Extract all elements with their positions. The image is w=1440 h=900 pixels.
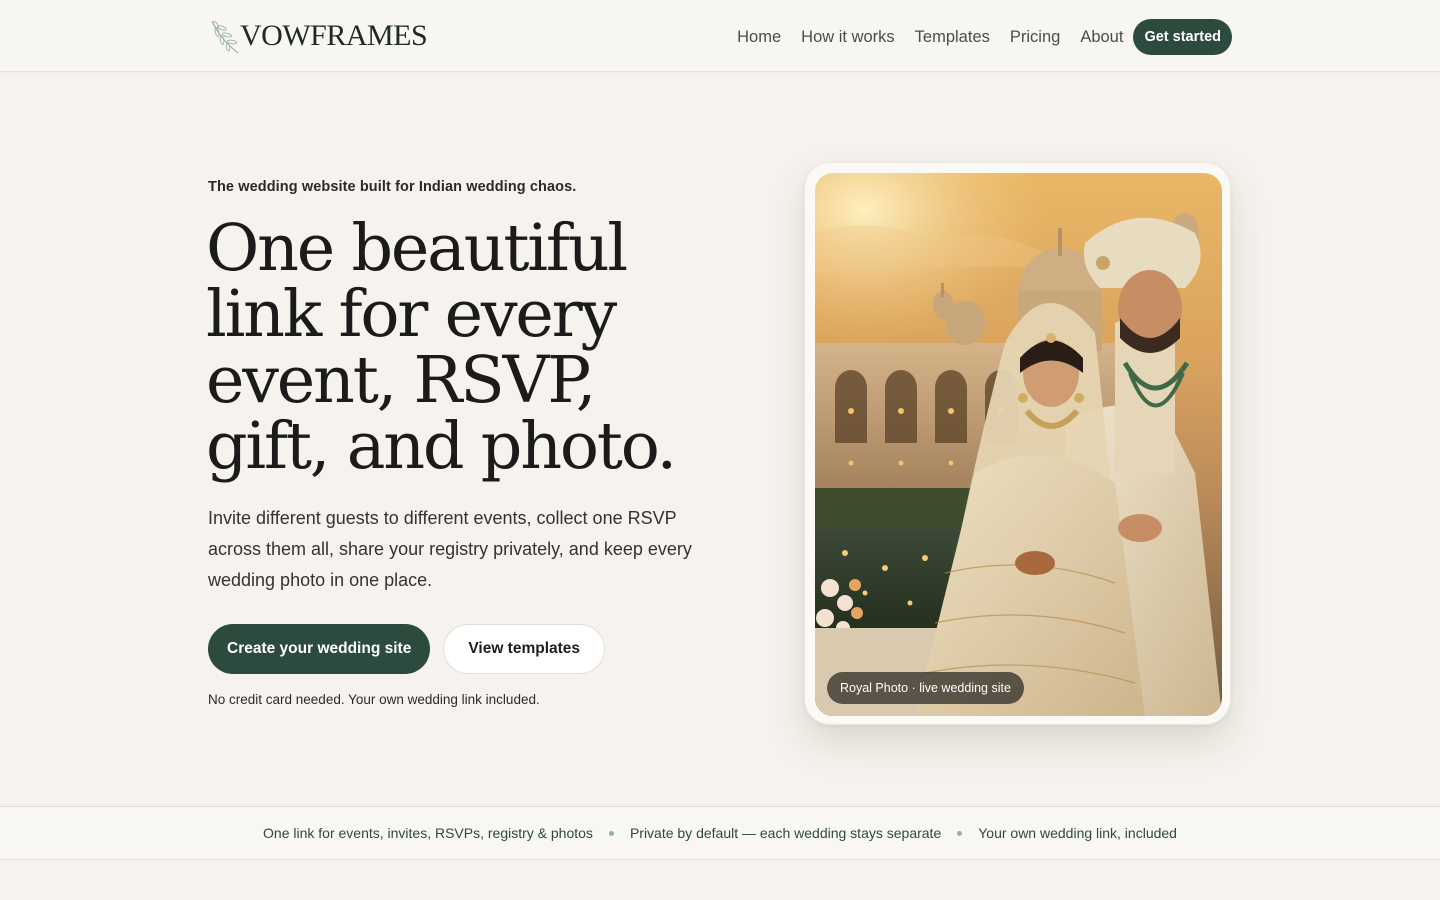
bullet-dot-icon bbox=[608, 830, 614, 836]
create-wedding-site-button[interactable]: Create your wedding site bbox=[208, 624, 431, 674]
hero-eyebrow: The wedding website built for Indian wed… bbox=[208, 179, 577, 195]
hero-title-line: gift, and photo. bbox=[206, 409, 677, 484]
photo-caption-badge: Royal Photo · live wedding site bbox=[827, 672, 1024, 704]
hero-title: One beautiful link for every event, RSVP… bbox=[206, 216, 726, 480]
view-templates-button[interactable]: View templates bbox=[443, 624, 606, 674]
main-nav: Home How it works Templates Pricing Abou… bbox=[737, 19, 1232, 55]
hero-title-line: One beautiful bbox=[206, 211, 628, 286]
hero-fine-print: No credit card needed. Your own wedding … bbox=[208, 692, 540, 707]
hero-title-line: link for every bbox=[206, 277, 617, 352]
site-header: VOWFRAMES Home How it works Templates Pr… bbox=[0, 0, 1440, 72]
hero-photo-card: Royal Photo · live wedding site bbox=[804, 162, 1231, 725]
get-started-button[interactable]: Get started bbox=[1133, 19, 1232, 55]
trust-item: One link for events, invites, RSVPs, reg… bbox=[263, 825, 593, 841]
trust-item: Private by default — each wedding stays … bbox=[629, 825, 942, 841]
hero-title-line: event, RSVP, bbox=[206, 343, 596, 418]
wedding-couple-illustration bbox=[815, 173, 1222, 716]
hero-actions: Create your wedding site View templates bbox=[208, 624, 606, 674]
wedding-couple-photo: Royal Photo · live wedding site bbox=[815, 173, 1222, 716]
brand-logo[interactable]: VOWFRAMES bbox=[208, 16, 428, 56]
nav-link-about[interactable]: About bbox=[1080, 28, 1123, 47]
bullet-dot-icon bbox=[957, 830, 963, 836]
leaf-sprig-icon bbox=[211, 20, 239, 54]
trust-strip: One link for events, invites, RSVPs, reg… bbox=[0, 806, 1440, 860]
nav-link-home[interactable]: Home bbox=[737, 28, 781, 47]
nav-link-templates[interactable]: Templates bbox=[915, 28, 990, 47]
hero-description: Invite different guests to different eve… bbox=[208, 508, 692, 590]
brand-name: VOWFRAMES bbox=[240, 19, 428, 52]
nav-link-how-it-works[interactable]: How it works bbox=[801, 28, 895, 47]
trust-item: Your own wedding link, included bbox=[978, 825, 1177, 841]
nav-link-pricing[interactable]: Pricing bbox=[1010, 28, 1060, 47]
